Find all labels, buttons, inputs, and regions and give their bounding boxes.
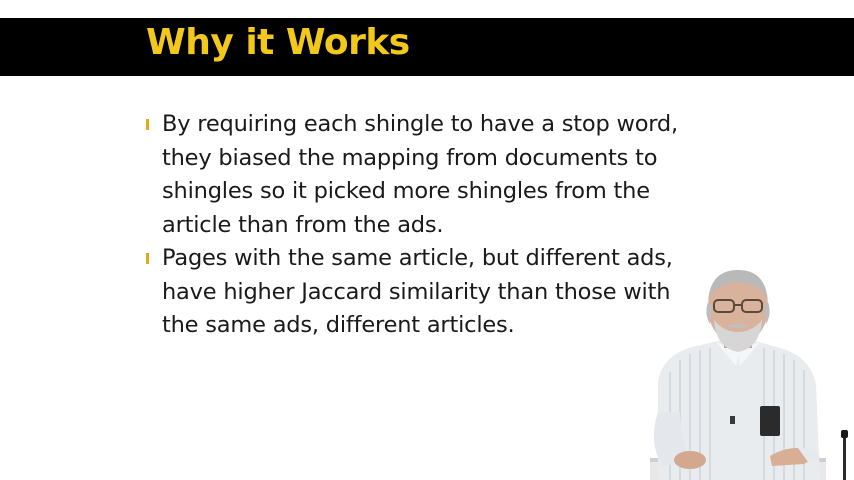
- bullet-list: By requiring each shingle to have a stop…: [146, 108, 706, 343]
- slide-title: Why it Works: [146, 22, 410, 63]
- bullet-marker-icon: [146, 253, 149, 264]
- bullet-text: Pages with the same article, but differe…: [162, 245, 673, 338]
- title-bar: [0, 18, 854, 76]
- bullet-item: Pages with the same article, but differe…: [146, 242, 706, 343]
- bullet-item: By requiring each shingle to have a stop…: [146, 108, 706, 242]
- top-strip: [0, 0, 854, 18]
- bullet-text: By requiring each shingle to have a stop…: [162, 111, 678, 238]
- presenter-video-overlay: [640, 262, 854, 480]
- bullet-marker-icon: [146, 119, 149, 130]
